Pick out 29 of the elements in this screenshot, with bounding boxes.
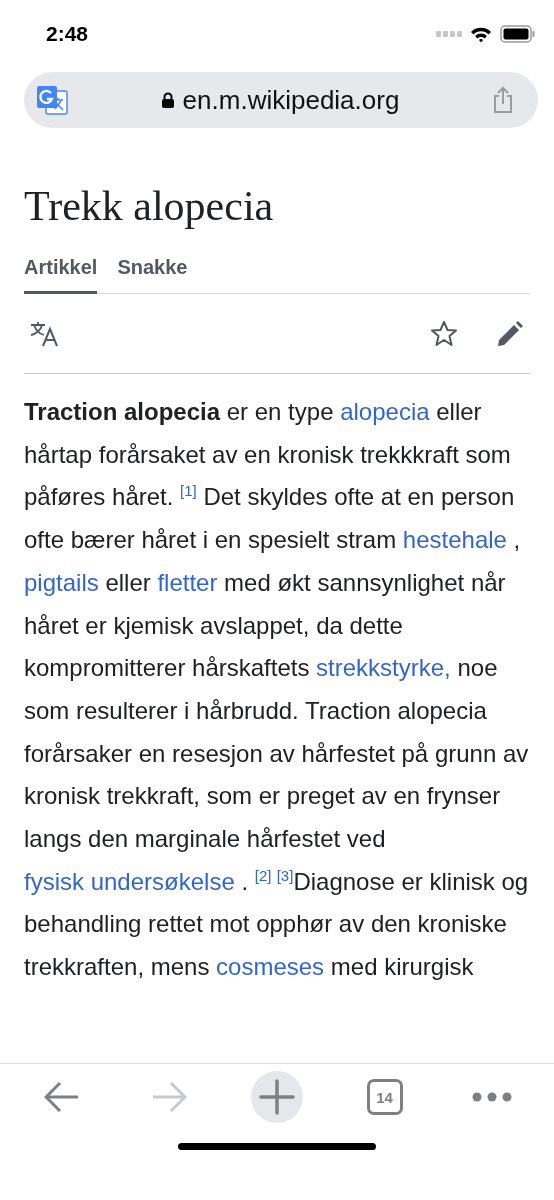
- tabs-button[interactable]: 14: [352, 1069, 417, 1125]
- article-link[interactable]: hestehale: [402, 526, 507, 554]
- plus-icon: [259, 1079, 295, 1115]
- article-link[interactable]: pigtails: [24, 568, 99, 596]
- translate-app-icon[interactable]: [36, 85, 68, 115]
- reference-link[interactable]: [3]: [276, 866, 294, 884]
- article-tab[interactable]: Snakke: [117, 250, 188, 294]
- battery-icon: [500, 25, 536, 43]
- share-icon[interactable]: [492, 86, 514, 114]
- left-arrow-icon: [43, 1081, 80, 1113]
- article-link[interactable]: strekkstyrke,: [316, 654, 451, 682]
- more-icon: [472, 1092, 513, 1102]
- status-time: 2:48: [46, 22, 89, 46]
- reference-link[interactable]: [2]: [254, 866, 272, 884]
- reference-link[interactable]: [1]: [180, 482, 197, 500]
- star-icon[interactable]: [430, 320, 458, 347]
- right-arrow-icon: [151, 1081, 188, 1113]
- article-tab[interactable]: Artikkel: [24, 250, 98, 294]
- signal-icon: [436, 31, 462, 37]
- lock-icon: [160, 92, 175, 108]
- article-link[interactable]: cosmeses: [216, 953, 325, 981]
- article-paragraph: Traction alopecia er en type alopecia eller hårtap forårsaket av en kronisk trekkkraft som påføres håret. $^{[1]}$ Det skyldes ofte at en person ofte bærer håret i en spesielt stram hestehale , pigtails eller fletter med økt sannsynlighet når håret er kjemisk avslappet, da dette kompromitterer hårskaftets strekkstyrke, noe som resulterer i hårbrudd. Traction alopecia forårsaker en resesjon av hårfestet på grunn av kronisk trekkraft, som er preget av en frynser langs den marginale hårfestet ved fysisk undersøkelse . $^{[2]}$ $^{[3]}$Diagnose er klinisk og behandling rettet mot opphør av den kroniske trekkraften, mens cosmeses med kirurgisk: [24, 397, 530, 983]
- wifi-icon: [470, 25, 492, 43]
- article-title: Trekk alopecia: [24, 182, 275, 231]
- pencil-icon[interactable]: [496, 319, 524, 348]
- article-link[interactable]: fletter: [157, 568, 218, 596]
- address-bar[interactable]: en.m.wikipedia.org: [24, 72, 538, 128]
- article-link[interactable]: fysisk undersøkelse: [24, 867, 235, 895]
- article-link[interactable]: alopecia: [340, 398, 430, 425]
